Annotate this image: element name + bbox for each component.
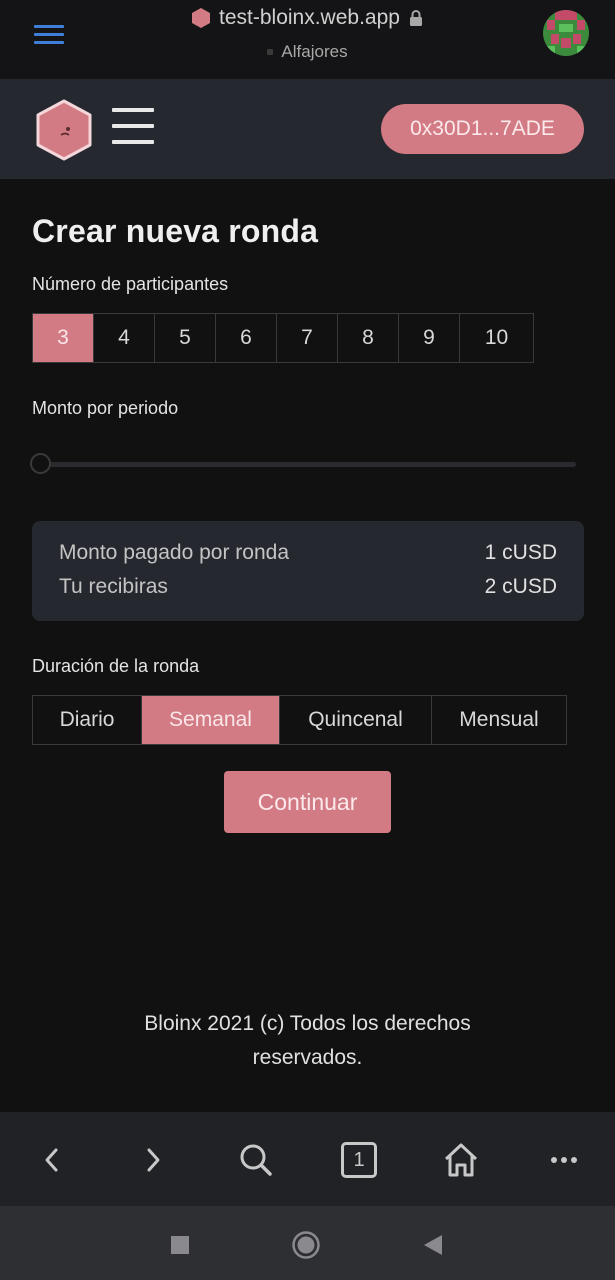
footer-line-1: Bloinx 2021 (c) Todos los derechos: [144, 1012, 471, 1035]
participants-selector: 3 4 5 6 7 8 9 10: [32, 313, 534, 363]
recents-icon[interactable]: [165, 1230, 195, 1260]
participants-option-8[interactable]: 8: [338, 314, 399, 362]
duration-label: Duración de la ronda: [32, 656, 200, 676]
tabs-button[interactable]: 1: [337, 1138, 381, 1182]
search-icon[interactable]: [234, 1138, 278, 1182]
footer-line-2: reservados.: [252, 1046, 363, 1069]
bloinx-logo-icon[interactable]: [35, 99, 93, 161]
summary-receive-label: Tu recibiras: [59, 575, 168, 598]
back-system-icon[interactable]: [418, 1230, 448, 1260]
participants-option-9[interactable]: 9: [399, 314, 460, 362]
duration-selector: Diario Semanal Quincenal Mensual: [32, 695, 567, 745]
participants-option-10[interactable]: 10: [460, 314, 533, 362]
amount-slider[interactable]: [30, 453, 584, 475]
lock-icon: [409, 10, 422, 26]
participants-option-3[interactable]: 3: [33, 314, 94, 362]
summary-receive-row: Tu recibiras 2 cUSD: [59, 575, 557, 609]
summary-paid-row: Monto pagado por ronda 1 cUSD: [59, 541, 557, 575]
summary-paid-label: Monto pagado por ronda: [59, 541, 290, 564]
network-name: Alfajores: [281, 42, 348, 61]
network-indicator: [267, 49, 274, 55]
summary-receive-value: 2 cUSD: [484, 575, 557, 598]
duration-option-mensual[interactable]: Mensual: [432, 696, 566, 744]
participants-option-7[interactable]: 7: [277, 314, 338, 362]
forward-icon[interactable]: [131, 1138, 175, 1182]
continue-button[interactable]: Continuar: [224, 771, 391, 833]
footer: Bloinx 2021 (c) Todos los derechos reser…: [0, 1007, 615, 1075]
amount-slider-thumb[interactable]: [30, 453, 51, 474]
browser-top-bar: test-bloinx.web.app Alfajores: [0, 0, 615, 79]
app-menu-icon[interactable]: [112, 108, 154, 148]
amount-label: Monto por periodo: [32, 398, 179, 418]
address-bar[interactable]: test-bloinx.web.app Alfajores: [0, 6, 615, 62]
page-title: Crear nueva ronda: [32, 213, 319, 249]
back-icon[interactable]: [30, 1138, 74, 1182]
participants-option-4[interactable]: 4: [94, 314, 155, 362]
browser-bottom-nav: 1: [0, 1112, 615, 1206]
amount-slider-track[interactable]: [40, 462, 576, 467]
summary-paid-value: 1 cUSD: [484, 541, 557, 564]
tab-count: 1: [341, 1142, 377, 1178]
round-summary: Monto pagado por ronda 1 cUSD Tu recibir…: [32, 521, 584, 621]
participants-option-5[interactable]: 5: [155, 314, 216, 362]
more-dots-icon[interactable]: [542, 1138, 586, 1182]
app-header: 0x30D1...7ADE: [0, 79, 615, 179]
participants-option-6[interactable]: 6: [216, 314, 277, 362]
duration-option-diario[interactable]: Diario: [33, 696, 142, 744]
participants-label: Número de participantes: [32, 274, 229, 294]
user-avatar[interactable]: [543, 10, 589, 56]
system-nav-bar: [0, 1206, 615, 1280]
duration-option-quincenal[interactable]: Quincenal: [280, 696, 432, 744]
create-round-form: Crear nueva ronda Número de participante…: [30, 179, 584, 833]
wallet-address-button[interactable]: 0x30D1...7ADE: [381, 104, 584, 154]
duration-option-semanal[interactable]: Semanal: [142, 696, 280, 744]
home-icon[interactable]: [439, 1138, 483, 1182]
site-favicon-icon: [192, 8, 211, 28]
home-system-icon[interactable]: [291, 1230, 321, 1260]
url-text: test-bloinx.web.app: [219, 6, 400, 29]
